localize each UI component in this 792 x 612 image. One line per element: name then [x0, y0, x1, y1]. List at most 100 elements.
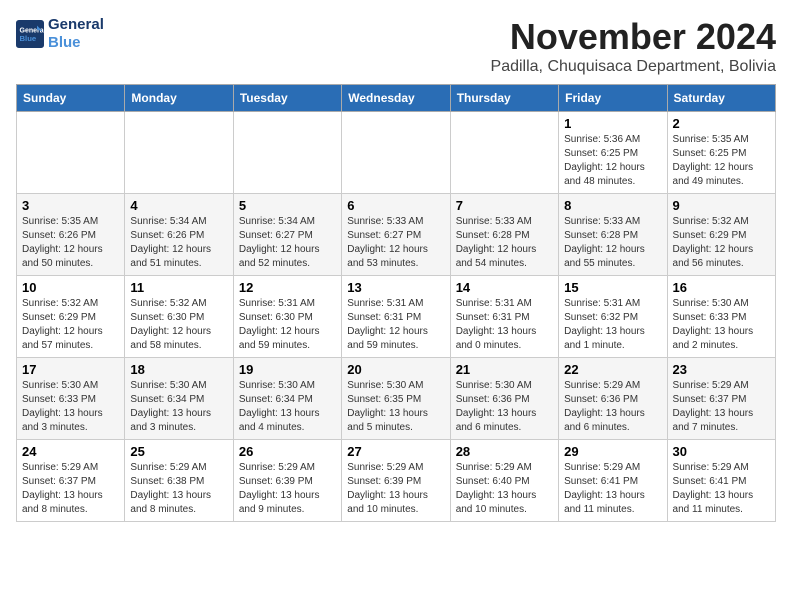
calendar-cell	[125, 112, 233, 194]
day-number: 13	[347, 280, 444, 295]
day-info: Sunrise: 5:34 AMSunset: 6:27 PMDaylight:…	[239, 215, 336, 271]
day-number: 25	[130, 444, 227, 459]
day-info: Sunrise: 5:29 AMSunset: 6:36 PMDaylight:…	[564, 379, 661, 435]
day-info: Sunrise: 5:30 AMSunset: 6:34 PMDaylight:…	[239, 379, 336, 435]
day-number: 29	[564, 444, 661, 459]
weekday-header-tuesday: Tuesday	[233, 85, 341, 112]
day-info: Sunrise: 5:36 AMSunset: 6:25 PMDaylight:…	[564, 133, 661, 189]
header: General Blue General Blue November 2024 …	[16, 16, 776, 76]
day-number: 7	[456, 198, 553, 213]
day-info: Sunrise: 5:35 AMSunset: 6:26 PMDaylight:…	[22, 215, 119, 271]
calendar-cell: 21Sunrise: 5:30 AMSunset: 6:36 PMDayligh…	[450, 358, 558, 440]
day-info: Sunrise: 5:29 AMSunset: 6:37 PMDaylight:…	[673, 379, 770, 435]
day-number: 1	[564, 116, 661, 131]
calendar-cell: 24 Sunrise: 5:29 AMSunset: 6:37 PMDayligh…	[17, 440, 125, 522]
logo-line1: General	[48, 16, 104, 34]
day-number: 17	[22, 362, 119, 377]
calendar-cell: 12 Sunrise: 5:31 AMSunset: 6:30 PMDayligh…	[233, 276, 341, 358]
calendar-cell: 5 Sunrise: 5:34 AMSunset: 6:27 PMDaylight…	[233, 194, 341, 276]
day-number: 20	[347, 362, 444, 377]
day-info: Sunrise: 5:34 AMSunset: 6:26 PMDaylight:…	[130, 215, 227, 271]
calendar-cell: 4 Sunrise: 5:34 AMSunset: 6:26 PMDaylight…	[125, 194, 233, 276]
calendar-cell: 28 Sunrise: 5:29 AMSunset: 6:40 PMDayligh…	[450, 440, 558, 522]
day-number: 14	[456, 280, 553, 295]
weekday-header-wednesday: Wednesday	[342, 85, 450, 112]
day-info: Sunrise: 5:35 AMSunset: 6:25 PMDaylight:…	[673, 133, 770, 189]
day-info: Sunrise: 5:29 AMSunset: 6:39 PMDaylight:…	[347, 461, 444, 517]
calendar-cell: 1 Sunrise: 5:36 AMSunset: 6:25 PMDaylight…	[559, 112, 667, 194]
calendar-cell: 16Sunrise: 5:30 AMSunset: 6:33 PMDayligh…	[667, 276, 775, 358]
calendar-cell	[450, 112, 558, 194]
day-info: Sunrise: 5:30 AMSunset: 6:35 PMDaylight:…	[347, 379, 444, 435]
calendar-cell: 26 Sunrise: 5:29 AMSunset: 6:39 PMDayligh…	[233, 440, 341, 522]
location-title: Padilla, Chuquisaca Department, Bolivia	[491, 58, 776, 76]
weekday-header-thursday: Thursday	[450, 85, 558, 112]
day-info: Sunrise: 5:29 AMSunset: 6:37 PMDaylight:…	[22, 461, 119, 517]
day-number: 3	[22, 198, 119, 213]
day-number: 28	[456, 444, 553, 459]
day-info: Sunrise: 5:30 AMSunset: 6:33 PMDaylight:…	[673, 297, 770, 353]
calendar-cell: 18 Sunrise: 5:30 AMSunset: 6:34 PMDayligh…	[125, 358, 233, 440]
logo-line2: Blue	[48, 34, 104, 52]
weekday-header-friday: Friday	[559, 85, 667, 112]
day-info: Sunrise: 5:31 AMSunset: 6:32 PMDaylight:…	[564, 297, 661, 353]
calendar-cell: 9Sunrise: 5:32 AMSunset: 6:29 PMDaylight…	[667, 194, 775, 276]
day-info: Sunrise: 5:29 AMSunset: 6:39 PMDaylight:…	[239, 461, 336, 517]
day-info: Sunrise: 5:29 AMSunset: 6:41 PMDaylight:…	[564, 461, 661, 517]
day-number: 27	[347, 444, 444, 459]
day-number: 8	[564, 198, 661, 213]
day-number: 6	[347, 198, 444, 213]
day-info: Sunrise: 5:31 AMSunset: 6:31 PMDaylight:…	[347, 297, 444, 353]
day-number: 19	[239, 362, 336, 377]
day-info: Sunrise: 5:30 AMSunset: 6:33 PMDaylight:…	[22, 379, 119, 435]
calendar-cell: 11Sunrise: 5:32 AMSunset: 6:30 PMDayligh…	[125, 276, 233, 358]
calendar-cell: 2Sunrise: 5:35 AMSunset: 6:25 PMDaylight…	[667, 112, 775, 194]
calendar-cell: 7 Sunrise: 5:33 AMSunset: 6:28 PMDaylight…	[450, 194, 558, 276]
weekday-header-saturday: Saturday	[667, 85, 775, 112]
weekday-header-monday: Monday	[125, 85, 233, 112]
calendar-cell: 8 Sunrise: 5:33 AMSunset: 6:28 PMDaylight…	[559, 194, 667, 276]
calendar-cell: 14 Sunrise: 5:31 AMSunset: 6:31 PMDayligh…	[450, 276, 558, 358]
calendar-cell: 17 Sunrise: 5:30 AMSunset: 6:33 PMDayligh…	[17, 358, 125, 440]
calendar-cell: 20 Sunrise: 5:30 AMSunset: 6:35 PMDayligh…	[342, 358, 450, 440]
day-number: 23	[673, 362, 770, 377]
day-info: Sunrise: 5:30 AMSunset: 6:34 PMDaylight:…	[130, 379, 227, 435]
day-info: Sunrise: 5:33 AMSunset: 6:28 PMDaylight:…	[564, 215, 661, 271]
title-area: November 2024 Padilla, Chuquisaca Depart…	[491, 16, 776, 76]
day-info: Sunrise: 5:31 AMSunset: 6:30 PMDaylight:…	[239, 297, 336, 353]
day-info: Sunrise: 5:33 AMSunset: 6:28 PMDaylight:…	[456, 215, 553, 271]
day-number: 18	[130, 362, 227, 377]
calendar-cell: 3 Sunrise: 5:35 AMSunset: 6:26 PMDaylight…	[17, 194, 125, 276]
calendar-table: SundayMondayTuesdayWednesdayThursdayFrid…	[16, 84, 776, 522]
calendar-cell: 29 Sunrise: 5:29 AMSunset: 6:41 PMDayligh…	[559, 440, 667, 522]
day-info: Sunrise: 5:29 AMSunset: 6:41 PMDaylight:…	[673, 461, 770, 517]
day-number: 12	[239, 280, 336, 295]
calendar-cell: 25Sunrise: 5:29 AMSunset: 6:38 PMDayligh…	[125, 440, 233, 522]
day-number: 26	[239, 444, 336, 459]
day-number: 22	[564, 362, 661, 377]
day-info: Sunrise: 5:30 AMSunset: 6:36 PMDaylight:…	[456, 379, 553, 435]
calendar-cell	[233, 112, 341, 194]
calendar-cell	[17, 112, 125, 194]
svg-text:Blue: Blue	[20, 34, 37, 43]
logo-icon: General Blue	[16, 20, 44, 48]
calendar-cell: 30Sunrise: 5:29 AMSunset: 6:41 PMDayligh…	[667, 440, 775, 522]
calendar-cell: 23 Sunrise: 5:29 AMSunset: 6:37 PMDayligh…	[667, 358, 775, 440]
calendar-cell: 13 Sunrise: 5:31 AMSunset: 6:31 PMDayligh…	[342, 276, 450, 358]
day-info: Sunrise: 5:32 AMSunset: 6:29 PMDaylight:…	[22, 297, 119, 353]
day-info: Sunrise: 5:31 AMSunset: 6:31 PMDaylight:…	[456, 297, 553, 353]
calendar-cell: 6 Sunrise: 5:33 AMSunset: 6:27 PMDaylight…	[342, 194, 450, 276]
day-info: Sunrise: 5:29 AMSunset: 6:40 PMDaylight:…	[456, 461, 553, 517]
weekday-header-sunday: Sunday	[17, 85, 125, 112]
day-number: 10	[22, 280, 119, 295]
day-info: Sunrise: 5:32 AMSunset: 6:29 PMDaylight:…	[673, 215, 770, 271]
calendar-cell: 27 Sunrise: 5:29 AMSunset: 6:39 PMDayligh…	[342, 440, 450, 522]
day-info: Sunrise: 5:32 AMSunset: 6:30 PMDaylight:…	[130, 297, 227, 353]
day-info: Sunrise: 5:33 AMSunset: 6:27 PMDaylight:…	[347, 215, 444, 271]
calendar-cell: 19 Sunrise: 5:30 AMSunset: 6:34 PMDayligh…	[233, 358, 341, 440]
day-number: 24	[22, 444, 119, 459]
day-number: 15	[564, 280, 661, 295]
day-number: 5	[239, 198, 336, 213]
calendar-cell: 22 Sunrise: 5:29 AMSunset: 6:36 PMDayligh…	[559, 358, 667, 440]
day-number: 4	[130, 198, 227, 213]
